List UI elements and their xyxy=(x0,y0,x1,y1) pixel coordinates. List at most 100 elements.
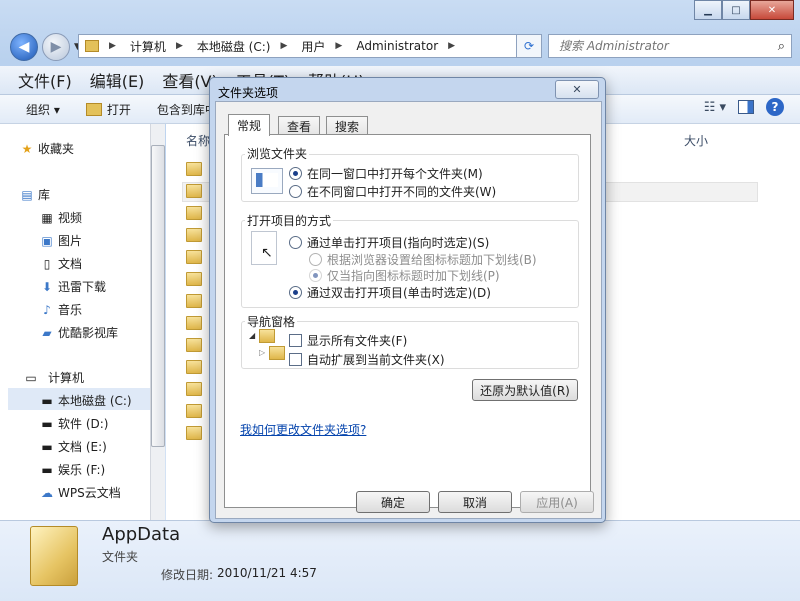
radio-single-click[interactable]: 通过单击打开项目(指向时选定)(S) xyxy=(289,234,489,251)
sidebar-label: 文档 (E:) xyxy=(58,440,107,454)
sidebar-item-favorites[interactable]: ★ 收藏夹 xyxy=(22,140,74,157)
music-icon: ♪ xyxy=(43,302,51,317)
view-options-icon[interactable]: ☷ ▾ xyxy=(704,100,726,115)
sidebar-item-wps-cloud[interactable]: ☁ WPS云文档 xyxy=(41,484,121,501)
search-icon[interactable]: ⌕ xyxy=(778,39,785,54)
radio-underline-browser[interactable]: 根据浏览器设置给图标标题加下划线(B) xyxy=(309,251,537,268)
sidebar-scrollbar-thumb[interactable] xyxy=(151,145,165,447)
folder-icon[interactable] xyxy=(186,382,202,396)
breadcrumb-users[interactable]: 用户 xyxy=(301,38,325,55)
organize-button[interactable]: 组织 ▾ xyxy=(26,101,60,118)
radio-label: 根据浏览器设置给图标标题加下划线(B) xyxy=(327,253,537,267)
sidebar-label: 视频 xyxy=(58,211,83,225)
sidebar-item-computer[interactable]: ▭ 计算机 xyxy=(25,369,84,386)
tab-view[interactable]: 查看 xyxy=(278,116,321,135)
apply-button[interactable]: 应用(A) xyxy=(520,491,594,513)
drive-icon: ▬ xyxy=(41,439,53,454)
drive-icon: ▬ xyxy=(41,393,53,408)
open-folder-icon xyxy=(85,102,102,116)
radio-same-window[interactable]: 在同一窗口中打开每个文件夹(M) xyxy=(289,165,483,182)
folder-icon[interactable] xyxy=(186,360,202,374)
large-folder-icon xyxy=(30,526,78,586)
pointer-click-icon: ↖ xyxy=(251,231,277,265)
sidebar-label: 本地磁盘 (C:) xyxy=(58,394,132,408)
search-input[interactable] xyxy=(557,38,751,54)
address-bar[interactable]: ▶ 计算机 ▶ 本地磁盘 (C:) ▶ 用户 ▶ Administrator ▶ xyxy=(78,34,518,58)
sidebar-item-pictures[interactable]: ▣ 图片 xyxy=(41,232,82,249)
view-controls: ☷ ▾ ? xyxy=(704,98,784,116)
radio-selected-icon xyxy=(309,269,322,282)
help-icon[interactable]: ? xyxy=(766,98,784,116)
details-type: 文件夹 xyxy=(102,550,139,564)
sidebar-item-thunder-downloads[interactable]: ⬇ 迅雷下载 xyxy=(42,278,107,295)
folder-icon[interactable] xyxy=(186,404,202,418)
breadcrumb-administrator[interactable]: Administrator xyxy=(356,39,438,53)
folder-icon[interactable] xyxy=(186,250,202,264)
refresh-icon[interactable]: ⟳ xyxy=(516,34,542,58)
chevron-right-icon[interactable]: ▶ xyxy=(335,41,342,51)
dialog-close-button[interactable]: ✕ xyxy=(555,80,599,99)
sidebar-item-drive-c[interactable]: ▬ 本地磁盘 (C:) xyxy=(41,392,132,409)
radio-label: 通过单击打开项目(指向时选定)(S) xyxy=(307,236,490,250)
sidebar-label: 迅雷下载 xyxy=(58,280,107,294)
radio-new-window[interactable]: 在不同窗口中打开不同的文件夹(W) xyxy=(289,183,496,200)
column-header-name[interactable]: 名称 xyxy=(186,132,210,149)
include-in-library-button[interactable]: 包含到库中 xyxy=(157,101,217,118)
sidebar-item-youku[interactable]: ▰ 优酷影视库 xyxy=(42,324,119,341)
sidebar-item-drive-d[interactable]: ▬ 软件 (D:) xyxy=(41,415,108,432)
help-link[interactable]: 我如何更改文件夹选项? xyxy=(240,421,366,438)
restore-defaults-button[interactable]: 还原为默认值(R) xyxy=(472,379,578,401)
radio-double-click[interactable]: 通过双击打开项目(单击时选定)(D) xyxy=(289,284,491,301)
folder-icon[interactable] xyxy=(186,184,202,198)
download-icon: ⬇ xyxy=(41,279,53,294)
breadcrumb-computer[interactable]: 计算机 xyxy=(130,38,166,55)
forward-button[interactable]: ▶ xyxy=(42,33,70,61)
general-tab-panel: 浏览文件夹 在同一窗口中打开每个文件夹(M) 在不同窗口中打开不同的文件夹(W)… xyxy=(224,134,591,508)
menu-file[interactable]: 文件(F) xyxy=(18,68,72,92)
click-items-title: 打开项目的方式 xyxy=(245,212,334,229)
open-button[interactable]: 打开 xyxy=(85,101,131,118)
breadcrumb-drive-c[interactable]: 本地磁盘 (C:) xyxy=(197,38,271,55)
folder-icon[interactable] xyxy=(186,316,202,330)
maximize-button[interactable]: □ xyxy=(722,0,750,20)
preview-pane-icon[interactable] xyxy=(738,100,754,114)
minimize-button[interactable]: ▁ xyxy=(694,0,722,20)
folder-icon[interactable] xyxy=(186,426,202,440)
column-header-size[interactable]: 大小 xyxy=(684,132,708,149)
sidebar-label: 优酷影视库 xyxy=(58,326,119,340)
sidebar-item-music[interactable]: ♪ 音乐 xyxy=(43,301,83,318)
sidebar-label: 音乐 xyxy=(58,303,83,317)
cancel-button[interactable]: 取消 xyxy=(438,491,512,513)
chevron-right-icon[interactable]: ▶ xyxy=(176,41,183,51)
folder-icon[interactable] xyxy=(186,338,202,352)
sidebar-item-drive-e[interactable]: ▬ 文档 (E:) xyxy=(41,438,107,455)
computer-icon: ▭ xyxy=(25,370,37,385)
folder-icon[interactable] xyxy=(186,294,202,308)
checkbox-auto-expand[interactable]: 自动扩展到当前文件夹(X) xyxy=(289,351,445,368)
folder-icon[interactable] xyxy=(186,206,202,220)
details-modified-value: 2010/11/21 4:57 xyxy=(217,566,317,580)
sidebar-item-documents[interactable]: ▯ 文档 xyxy=(44,255,82,272)
sidebar-item-libraries[interactable]: ▤ 库 xyxy=(21,186,50,203)
radio-underline-point[interactable]: 仅当指向图标标题时加下划线(P) xyxy=(309,267,500,284)
folder-icon[interactable] xyxy=(186,162,202,176)
tab-search[interactable]: 搜索 xyxy=(326,116,369,135)
ok-button[interactable]: 确定 xyxy=(356,491,430,513)
chevron-right-icon[interactable]: ▶ xyxy=(448,41,455,51)
sidebar-item-drive-f[interactable]: ▬ 娱乐 (F:) xyxy=(41,461,105,478)
chevron-right-icon[interactable]: ▶ xyxy=(280,41,287,51)
checkbox-show-all-folders[interactable]: 显示所有文件夹(F) xyxy=(289,332,407,349)
radio-label: 在同一窗口中打开每个文件夹(M) xyxy=(307,167,483,181)
close-button[interactable]: ✕ xyxy=(750,0,794,20)
tab-general[interactable]: 常规 xyxy=(228,114,271,136)
menu-edit[interactable]: 编辑(E) xyxy=(90,68,145,92)
back-button[interactable]: ◀ xyxy=(10,33,38,61)
search-box[interactable]: ⌕ xyxy=(548,34,792,58)
chevron-right-icon[interactable]: ▶ xyxy=(109,41,116,51)
folder-icon[interactable] xyxy=(186,272,202,286)
sidebar-item-videos[interactable]: ▦ 视频 xyxy=(41,209,83,226)
folder-icon xyxy=(85,40,99,52)
drive-icon: ▬ xyxy=(41,462,53,477)
folder-icon[interactable] xyxy=(186,228,202,242)
video-icon: ▦ xyxy=(41,210,53,225)
